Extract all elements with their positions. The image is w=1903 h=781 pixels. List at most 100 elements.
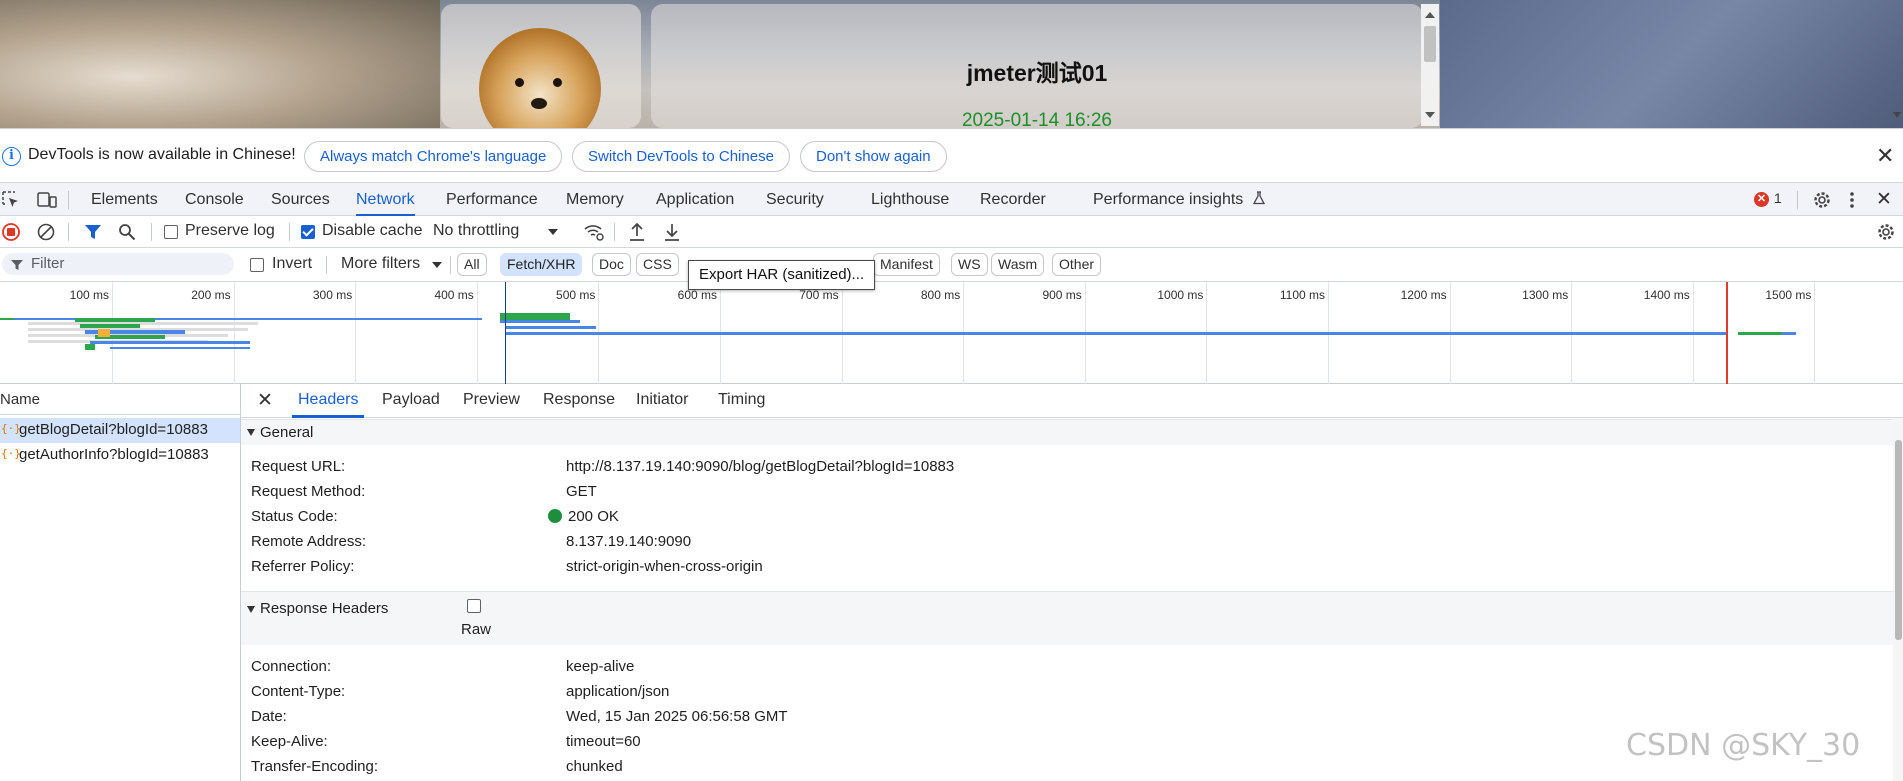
tab-security[interactable]: Security [766, 183, 824, 216]
tab-initiator[interactable]: Initiator [636, 384, 688, 417]
filter-input[interactable]: Filter [2, 253, 234, 275]
tab-console[interactable]: Console [185, 183, 244, 216]
tab-network[interactable]: Network [356, 183, 415, 217]
preserve-log-checkbox[interactable] [164, 225, 178, 239]
header-value[interactable]: GET [566, 483, 597, 500]
header-value[interactable]: http://8.137.19.140:9090/blog/getBlogDet… [566, 458, 954, 475]
header-value[interactable]: Wed, 15 Jan 2025 06:56:58 GMT [566, 708, 788, 725]
clear-log-icon[interactable] [37, 223, 55, 241]
error-count[interactable]: 1 [1774, 190, 1782, 206]
tab-headers[interactable]: Headers [291, 384, 366, 418]
settings-gear-icon[interactable] [1812, 190, 1832, 210]
stop-recording-icon[interactable] [2, 223, 20, 241]
background-image-left [0, 0, 440, 128]
timeline-request-bar [1738, 332, 1782, 335]
load-event-marker [1726, 282, 1728, 384]
close-devtools-icon[interactable]: ✕ [1876, 183, 1892, 216]
scroll-up-arrow-icon[interactable] [1425, 12, 1435, 18]
header-key: Transfer-Encoding: [251, 758, 379, 775]
device-toolbar-icon[interactable] [37, 191, 57, 209]
detail-scroll-thumb[interactable] [1895, 440, 1902, 640]
raw-checkbox[interactable] [467, 599, 481, 613]
throttling-select[interactable]: No throttling [433, 222, 519, 240]
header-value[interactable]: keep-alive [566, 658, 634, 675]
invert-label[interactable]: Invert [272, 255, 312, 273]
request-row[interactable]: {·} getAuthorInfo?blogId=10883 [0, 443, 240, 468]
filter-chip-ws[interactable]: WS [951, 253, 988, 276]
filter-chip-manifest[interactable]: Manifest [873, 253, 940, 276]
error-icon[interactable]: ✕ [1754, 192, 1769, 207]
detail-scrollbar[interactable] [1893, 418, 1903, 781]
more-filters-dropdown[interactable]: More filters [341, 255, 420, 273]
toolbar-divider [68, 223, 69, 241]
more-options-icon[interactable] [1848, 191, 1856, 209]
xhr-icon: {·} [1, 422, 21, 435]
tab-sources[interactable]: Sources [271, 183, 330, 216]
timeline-request-bar [0, 318, 482, 320]
invert-checkbox[interactable] [250, 258, 264, 272]
network-settings-gear-icon[interactable] [1876, 222, 1896, 242]
filter-chip-doc[interactable]: Doc [592, 253, 631, 276]
header-key: Status Code: [251, 508, 338, 525]
preserve-log-label[interactable]: Preserve log [185, 222, 275, 240]
scroll-down-arrow-icon[interactable] [1425, 112, 1435, 118]
throttling-chevron-down-icon[interactable] [548, 229, 558, 235]
devtools-tabbar: Elements Console Sources Network Perform… [0, 182, 1903, 217]
watermark: CSDN @SKY_30 [1626, 728, 1861, 763]
tab-elements[interactable]: Elements [91, 183, 158, 216]
header-key: Request URL: [251, 458, 346, 475]
name-column-header[interactable]: Name [0, 384, 241, 415]
filter-funnel-icon[interactable] [84, 223, 102, 241]
tab-recorder[interactable]: Recorder [980, 183, 1046, 216]
page-scrollbar[interactable] [1421, 4, 1439, 126]
tab-memory[interactable]: Memory [566, 183, 624, 216]
timeline-request-bar [0, 318, 14, 320]
tab-performance[interactable]: Performance [446, 183, 538, 216]
avatar-eye [515, 78, 524, 87]
timeline-request-bar [500, 313, 570, 320]
inspect-element-icon[interactable] [2, 191, 20, 209]
filter-chip-other[interactable]: Other [1052, 253, 1102, 276]
header-value[interactable]: 8.137.19.140:9090 [566, 533, 691, 550]
background-image-right [1440, 0, 1903, 128]
header-value[interactable]: 200 OK [548, 508, 619, 525]
filter-chip-all[interactable]: All [457, 253, 487, 276]
window-scroll-down-icon[interactable] [1893, 112, 1901, 118]
network-overview-timeline[interactable]: 100 ms 200 ms 300 ms 400 ms 500 ms 600 ms 700 … [0, 282, 1903, 384]
filter-chip-css[interactable]: CSS [636, 253, 679, 276]
disable-cache-label[interactable]: Disable cache [322, 222, 423, 240]
raw-label[interactable]: Raw [461, 621, 491, 638]
header-value[interactable]: chunked [566, 758, 623, 775]
close-infobar-icon[interactable]: ✕ [1876, 143, 1894, 169]
request-row[interactable]: {·} getBlogDetail?blogId=10883 [0, 418, 240, 443]
export-har-download-icon[interactable] [663, 222, 681, 242]
always-match-language-button[interactable]: Always match Chrome's language [304, 141, 563, 172]
filter-placeholder: Filter [31, 255, 65, 272]
timeline-request-bar [506, 332, 1726, 335]
tab-preview[interactable]: Preview [463, 384, 520, 417]
network-conditions-wifi-icon[interactable] [583, 222, 605, 242]
tab-performance-insights[interactable]: Performance insights [1093, 183, 1266, 216]
header-value[interactable]: timeout=60 [566, 733, 641, 750]
disable-cache-checkbox[interactable] [301, 225, 315, 239]
close-detail-icon[interactable]: ✕ [257, 389, 273, 412]
tab-timing[interactable]: Timing [718, 384, 765, 417]
response-headers-section-header[interactable]: Response Headers Raw [241, 591, 1893, 645]
more-filters-chevron-down-icon[interactable] [432, 262, 442, 268]
filter-chip-wasm[interactable]: Wasm [991, 253, 1045, 276]
tab-lighthouse[interactable]: Lighthouse [871, 183, 949, 216]
tab-payload[interactable]: Payload [382, 384, 440, 417]
timeline-request-bar [28, 322, 258, 325]
header-key: Date: [251, 708, 287, 725]
search-icon[interactable] [118, 223, 136, 241]
general-section-header[interactable]: General [241, 419, 1893, 445]
dont-show-again-button[interactable]: Don't show again [800, 141, 947, 172]
header-value[interactable]: application/json [566, 683, 669, 700]
header-value[interactable]: strict-origin-when-cross-origin [566, 558, 763, 575]
tab-response[interactable]: Response [543, 384, 615, 417]
tab-application[interactable]: Application [656, 183, 734, 216]
filter-chip-fetch-xhr[interactable]: Fetch/XHR [500, 253, 583, 276]
switch-to-chinese-button[interactable]: Switch DevTools to Chinese [572, 141, 790, 172]
scroll-thumb[interactable] [1424, 26, 1436, 62]
import-har-upload-icon[interactable] [628, 222, 646, 242]
